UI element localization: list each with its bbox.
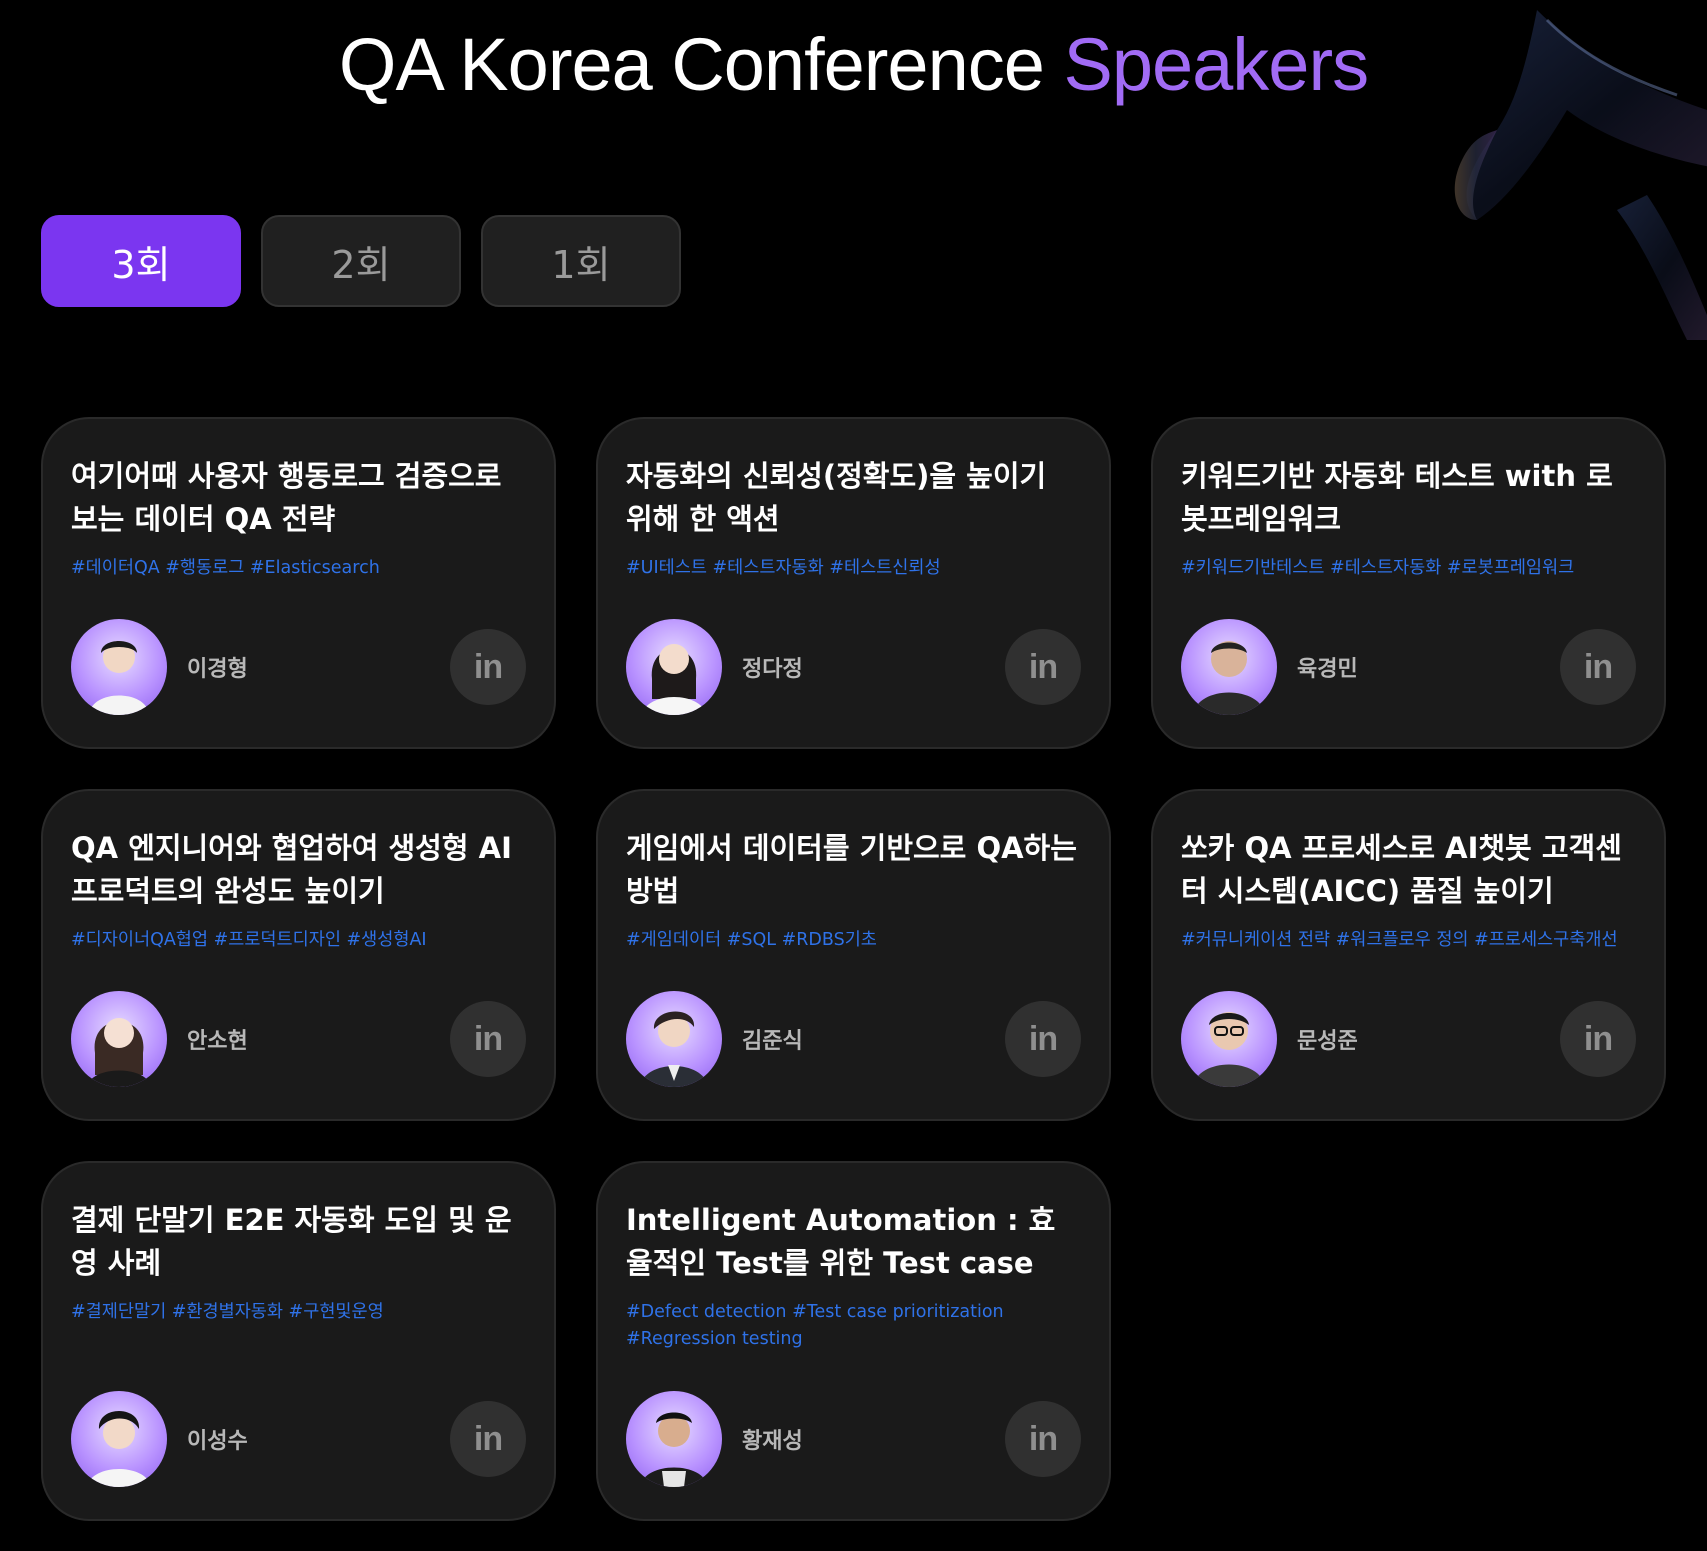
talk-tags: #데이터QA #행동로그 #Elasticsearch [71, 558, 380, 578]
speaker-name: 이성수 [187, 1429, 248, 1454]
edition-tabs: 3회 2회 1회 [41, 215, 681, 307]
speaker-avatar [71, 619, 167, 715]
talk-tags: #게임데이터 #SQL #RDBS기초 [626, 930, 877, 950]
talk-title: 키워드기반 자동화 테스트 with 로봇프레임워크 [1181, 459, 1613, 536]
talk-title: 자동화의 신뢰성(정확도)을 높이기 위해 한 액션 [626, 459, 1047, 536]
talk-tags: #디자이너QA협업 #프로덕트디자인 #생성형AI [71, 930, 427, 950]
speaker-avatar [1181, 619, 1277, 715]
speaker-info: 황재성 in [626, 1391, 1081, 1487]
speaker-card[interactable]: 결제 단말기 E2E 자동화 도입 및 운영 사례 #결제단말기 #환경별자동화… [41, 1161, 556, 1521]
talk-tags: #UI테스트 #테스트자동화 #테스트신뢰성 [626, 558, 941, 578]
linkedin-icon[interactable]: in [1560, 629, 1636, 705]
tab-3rd-edition[interactable]: 3회 [41, 215, 241, 307]
speaker-card[interactable]: QA 엔지니어와 협업하여 생성형 AI 프로덕트의 완성도 높이기 #디자이너… [41, 789, 556, 1121]
page-title: QA Korea Conference Speakers [0, 22, 1707, 107]
talk-title: 여기어때 사용자 행동로그 검증으로 보는 데이터 QA 전략 [71, 459, 502, 536]
page-title-main: QA Korea Conference [338, 23, 1064, 106]
talk-title: 결제 단말기 E2E 자동화 도입 및 운영 사례 [71, 1203, 512, 1280]
page-title-accent: Speakers [1063, 23, 1369, 106]
tab-1st-edition[interactable]: 1회 [481, 215, 681, 307]
speaker-avatar [626, 1391, 722, 1487]
talk-tags: #결제단말기 #환경별자동화 #구현및운영 [71, 1302, 384, 1322]
talk-title: 쏘카 QA 프로세스로 AI챗봇 고객센터 시스템(AICC) 품질 높이기 [1181, 831, 1622, 908]
speaker-avatar [71, 991, 167, 1087]
speaker-name: 안소현 [187, 1029, 248, 1054]
speaker-name: 문성준 [1297, 1029, 1358, 1054]
speaker-name: 정다정 [742, 657, 803, 682]
speaker-card[interactable]: 여기어때 사용자 행동로그 검증으로 보는 데이터 QA 전략 #데이터QA #… [41, 417, 556, 749]
speaker-info: 육경민 in [1181, 619, 1636, 715]
speaker-avatar [626, 619, 722, 715]
linkedin-icon[interactable]: in [450, 1401, 526, 1477]
speaker-avatar [626, 991, 722, 1087]
speaker-avatar [1181, 991, 1277, 1087]
speaker-info: 김준식 in [626, 991, 1081, 1087]
speaker-card[interactable]: 키워드기반 자동화 테스트 with 로봇프레임워크 #키워드기반테스트 #테스… [1151, 417, 1666, 749]
tab-2nd-edition[interactable]: 2회 [261, 215, 461, 307]
speaker-card[interactable]: Intelligent Automation : 효율적인 Test를 위한 T… [596, 1161, 1111, 1521]
talk-title: 게임에서 데이터를 기반으로 QA하는 방법 [626, 831, 1077, 908]
speaker-name: 황재성 [742, 1429, 803, 1454]
speaker-info: 정다정 in [626, 619, 1081, 715]
speaker-avatar [71, 1391, 167, 1487]
speaker-card[interactable]: 게임에서 데이터를 기반으로 QA하는 방법 #게임데이터 #SQL #RDBS… [596, 789, 1111, 1121]
talk-tags: #Defect detection #Test case prioritizat… [626, 1302, 1004, 1349]
speaker-card[interactable]: 자동화의 신뢰성(정확도)을 높이기 위해 한 액션 #UI테스트 #테스트자동… [596, 417, 1111, 749]
speaker-grid: 여기어때 사용자 행동로그 검증으로 보는 데이터 QA 전략 #데이터QA #… [41, 417, 1666, 1521]
linkedin-icon[interactable]: in [450, 1001, 526, 1077]
speaker-name: 육경민 [1297, 657, 1358, 682]
linkedin-icon[interactable]: in [450, 629, 526, 705]
talk-tags: #커뮤니케이션 전략 #워크플로우 정의 #프로세스구축개선 [1181, 930, 1618, 950]
linkedin-icon[interactable]: in [1005, 1001, 1081, 1077]
talk-title: Intelligent Automation : 효율적인 Test를 위한 T… [626, 1203, 1056, 1280]
speaker-card[interactable]: 쏘카 QA 프로세스로 AI챗봇 고객센터 시스템(AICC) 품질 높이기 #… [1151, 789, 1666, 1121]
speaker-name: 이경형 [187, 657, 248, 682]
speaker-name: 김준식 [742, 1029, 803, 1054]
speaker-info: 안소현 in [71, 991, 526, 1087]
page: QA Korea Conference Speakers 3회 2회 1회 여기… [0, 0, 1707, 1551]
speaker-info: 문성준 in [1181, 991, 1636, 1087]
talk-title: QA 엔지니어와 협업하여 생성형 AI 프로덕트의 완성도 높이기 [71, 831, 512, 908]
linkedin-icon[interactable]: in [1005, 1401, 1081, 1477]
speaker-info: 이성수 in [71, 1391, 526, 1487]
linkedin-icon[interactable]: in [1560, 1001, 1636, 1077]
linkedin-icon[interactable]: in [1005, 629, 1081, 705]
talk-tags: #키워드기반테스트 #테스트자동화 #로봇프레임워크 [1181, 558, 1575, 578]
speaker-info: 이경형 in [71, 619, 526, 715]
